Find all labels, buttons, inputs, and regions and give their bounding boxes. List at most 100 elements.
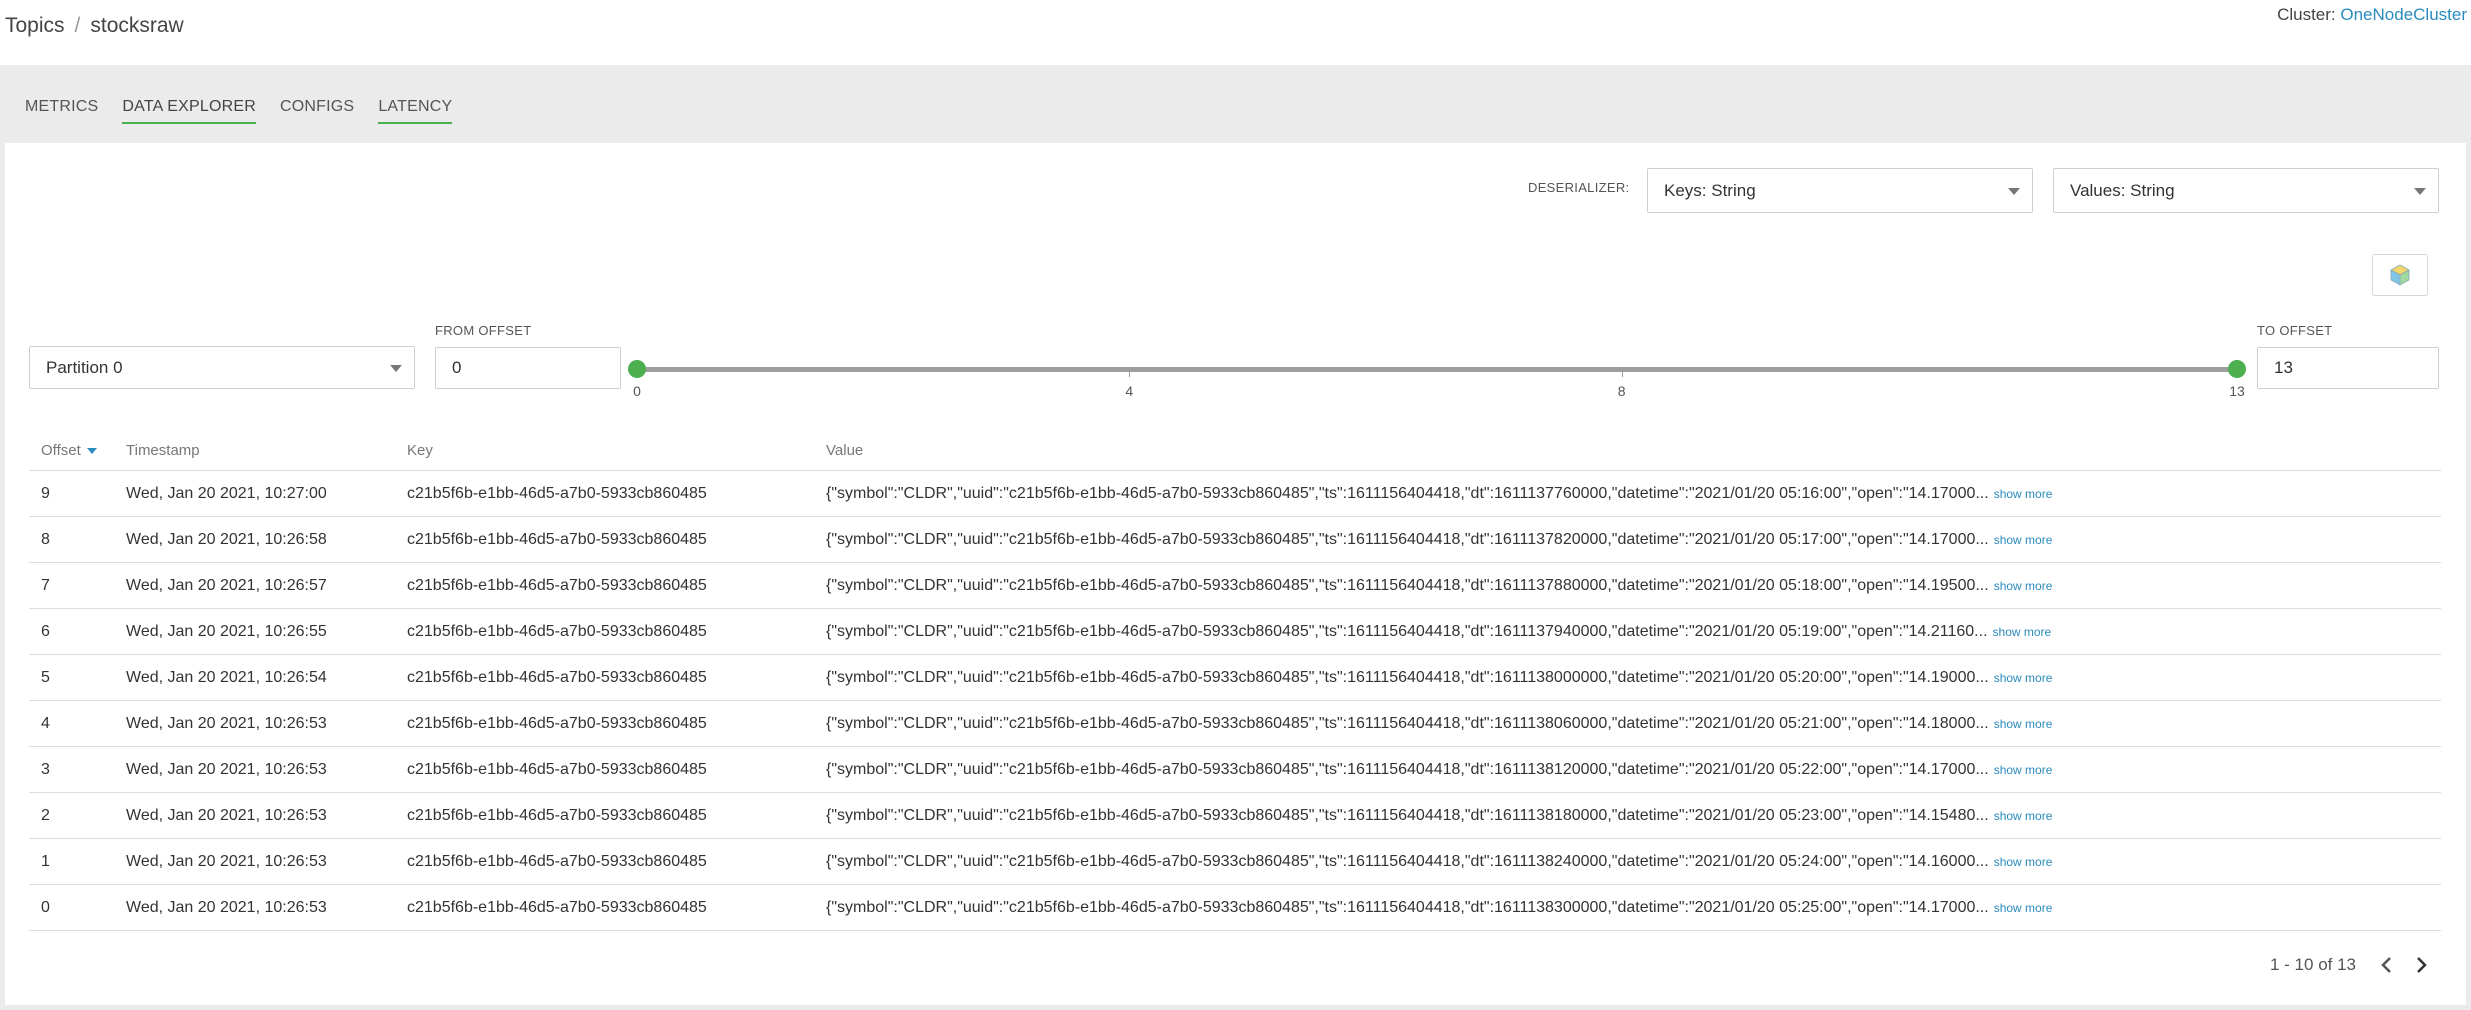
table-row[interactable]: 8 Wed, Jan 20 2021, 10:26:58 c21b5f6b-e1bb…	[29, 517, 2441, 563]
table-row[interactable]: 1 Wed, Jan 20 2021, 10:26:53 c21b5f6b-e1bb…	[29, 839, 2441, 885]
tab-data-explorer[interactable]: DATA EXPLORER	[122, 98, 257, 124]
timestamp-cell: Wed, Jan 20 2021, 10:26:53	[126, 806, 327, 824]
topic-tabs: METRICS DATA EXPLORER CONFIGS LATENCY	[25, 98, 476, 124]
key-cell: c21b5f6b-e1bb-46d5-a7b0-5933cb860485	[407, 852, 707, 870]
show-more-link[interactable]: show more	[1994, 809, 2053, 823]
table-row[interactable]: 7 Wed, Jan 20 2021, 10:26:57 c21b5f6b-e1bb…	[29, 563, 2441, 609]
key-cell: c21b5f6b-e1bb-46d5-a7b0-5933cb860485	[407, 576, 707, 594]
offset-cell: 7	[41, 576, 50, 594]
tab-configs[interactable]: CONFIGS	[280, 98, 354, 124]
timestamp-cell: Wed, Jan 20 2021, 10:26:54	[126, 668, 327, 686]
breadcrumb-separator: /	[74, 14, 81, 37]
table-row[interactable]: 3 Wed, Jan 20 2021, 10:26:53 c21b5f6b-e1bb…	[29, 747, 2441, 793]
breadcrumb: Topics / stocksraw	[5, 14, 184, 38]
timestamp-cell: Wed, Jan 20 2021, 10:26:55	[126, 622, 327, 640]
value-text: {"symbol":"CLDR","uuid":"c21b5f6b-e1bb-4…	[826, 806, 1989, 824]
slider-tick-label: 4	[1125, 383, 1134, 399]
show-more-link[interactable]: show more	[1994, 579, 2053, 593]
key-cell: c21b5f6b-e1bb-46d5-a7b0-5933cb860485	[407, 668, 707, 686]
timestamp-cell: Wed, Jan 20 2021, 10:27:00	[126, 484, 327, 502]
table-row[interactable]: 0 Wed, Jan 20 2021, 10:26:53 c21b5f6b-e1bb…	[29, 885, 2441, 931]
offset-cell: 9	[41, 484, 50, 502]
show-more-link[interactable]: show more	[1994, 901, 2053, 915]
value-cell: {"symbol":"CLDR","uuid":"c21b5f6b-e1bb-4…	[826, 807, 2441, 825]
chevron-down-icon	[2008, 188, 2020, 195]
offset-cell: 1	[41, 852, 50, 870]
key-cell: c21b5f6b-e1bb-46d5-a7b0-5933cb860485	[407, 760, 707, 778]
slider-tick	[1621, 371, 1623, 377]
show-more-link[interactable]: show more	[1994, 717, 2053, 731]
breadcrumb-topics-link[interactable]: Topics	[5, 14, 65, 38]
offset-range-slider[interactable]	[637, 367, 2237, 372]
offset-cell: 2	[41, 806, 50, 824]
value-text: {"symbol":"CLDR","uuid":"c21b5f6b-e1bb-4…	[826, 668, 1989, 686]
to-offset-input[interactable]: 13	[2257, 347, 2439, 389]
next-page-button[interactable]	[2412, 953, 2430, 982]
key-cell: c21b5f6b-e1bb-46d5-a7b0-5933cb860485	[407, 898, 707, 916]
keys-deserializer-value: Keys: String	[1664, 180, 1756, 200]
tab-latency[interactable]: LATENCY	[378, 98, 453, 124]
table-row[interactable]: 6 Wed, Jan 20 2021, 10:26:55 c21b5f6b-e1bb…	[29, 609, 2441, 655]
timestamp-cell: Wed, Jan 20 2021, 10:26:57	[126, 576, 327, 594]
breadcrumb-current-topic: stocksraw	[90, 14, 184, 37]
sort-desc-icon	[86, 447, 97, 454]
chevron-down-icon	[390, 365, 402, 372]
keys-deserializer-select[interactable]: Keys: String	[1647, 168, 2033, 213]
partition-value: Partition 0	[46, 357, 123, 377]
values-deserializer-value: Values: String	[2070, 180, 2175, 200]
timestamp-column-header: Timestamp	[126, 442, 200, 459]
offset-column-header[interactable]: Offset	[29, 442, 126, 459]
show-more-link[interactable]: show more	[1994, 533, 2053, 547]
partition-select[interactable]: Partition 0	[29, 346, 415, 389]
messages-table: Offset Timestamp Key Value 9 Wed, Jan 20 …	[29, 431, 2441, 931]
value-text: {"symbol":"CLDR","uuid":"c21b5f6b-e1bb-4…	[826, 852, 1989, 870]
show-more-link[interactable]: show more	[1994, 763, 2053, 777]
table-row[interactable]: 2 Wed, Jan 20 2021, 10:26:53 c21b5f6b-e1bb…	[29, 793, 2441, 839]
pagination-summary: 1 - 10 of 13	[2270, 955, 2357, 974]
table-row[interactable]: 9 Wed, Jan 20 2021, 10:27:00 c21b5f6b-e1bb…	[29, 471, 2441, 517]
slider-handle-min[interactable]	[628, 360, 646, 378]
slider-tick-label: 13	[2229, 383, 2245, 399]
to-offset-value: 13	[2274, 358, 2293, 377]
value-cell: {"symbol":"CLDR","uuid":"c21b5f6b-e1bb-4…	[826, 531, 2441, 549]
chevron-left-icon	[2381, 957, 2391, 973]
value-cell: {"symbol":"CLDR","uuid":"c21b5f6b-e1bb-4…	[826, 715, 2441, 733]
show-more-link[interactable]: show more	[1994, 855, 2053, 869]
table-header: Offset Timestamp Key Value	[29, 431, 2441, 471]
deserializer-label: DESERIALIZER:	[1528, 180, 1630, 195]
from-offset-value: 0	[452, 358, 462, 377]
slider-tick	[1129, 371, 1131, 377]
tab-metrics[interactable]: METRICS	[25, 98, 98, 124]
top-bar: Topics / stocksraw Cluster: OneNodeClust…	[0, 0, 2471, 65]
table-body: 9 Wed, Jan 20 2021, 10:27:00 c21b5f6b-e1bb…	[29, 471, 2441, 931]
show-more-link[interactable]: show more	[1993, 625, 2052, 639]
value-text: {"symbol":"CLDR","uuid":"c21b5f6b-e1bb-4…	[826, 760, 1989, 778]
value-text: {"symbol":"CLDR","uuid":"c21b5f6b-e1bb-4…	[826, 484, 1989, 502]
cluster-name-link[interactable]: OneNodeCluster	[2340, 5, 2467, 24]
timestamp-cell: Wed, Jan 20 2021, 10:26:53	[126, 898, 327, 916]
export-button[interactable]	[2372, 254, 2428, 296]
value-cell: {"symbol":"CLDR","uuid":"c21b5f6b-e1bb-4…	[826, 485, 2441, 503]
show-more-link[interactable]: show more	[1994, 487, 2053, 501]
offset-cell: 0	[41, 898, 50, 916]
value-column-header: Value	[826, 442, 864, 459]
key-column-header: Key	[407, 442, 433, 459]
value-cell: {"symbol":"CLDR","uuid":"c21b5f6b-e1bb-4…	[826, 577, 2441, 595]
value-cell: {"symbol":"CLDR","uuid":"c21b5f6b-e1bb-4…	[826, 669, 2441, 687]
slider-handle-max[interactable]	[2228, 360, 2246, 378]
show-more-link[interactable]: show more	[1994, 671, 2053, 685]
table-row[interactable]: 5 Wed, Jan 20 2021, 10:26:54 c21b5f6b-e1bb…	[29, 655, 2441, 701]
from-offset-label: FROM OFFSET	[435, 323, 532, 338]
prev-page-button[interactable]	[2378, 953, 2396, 982]
timestamp-cell: Wed, Jan 20 2021, 10:26:53	[126, 760, 327, 778]
value-text: {"symbol":"CLDR","uuid":"c21b5f6b-e1bb-4…	[826, 622, 1988, 640]
table-row[interactable]: 4 Wed, Jan 20 2021, 10:26:53 c21b5f6b-e1bb…	[29, 701, 2441, 747]
offset-cell: 4	[41, 714, 50, 732]
to-offset-label: TO OFFSET	[2257, 323, 2333, 338]
value-cell: {"symbol":"CLDR","uuid":"c21b5f6b-e1bb-4…	[826, 853, 2441, 871]
value-cell: {"symbol":"CLDR","uuid":"c21b5f6b-e1bb-4…	[826, 761, 2441, 779]
timestamp-cell: Wed, Jan 20 2021, 10:26:58	[126, 530, 327, 548]
values-deserializer-select[interactable]: Values: String	[2053, 168, 2439, 213]
from-offset-input[interactable]: 0	[435, 347, 621, 389]
slider-tick-label: 0	[633, 383, 641, 399]
